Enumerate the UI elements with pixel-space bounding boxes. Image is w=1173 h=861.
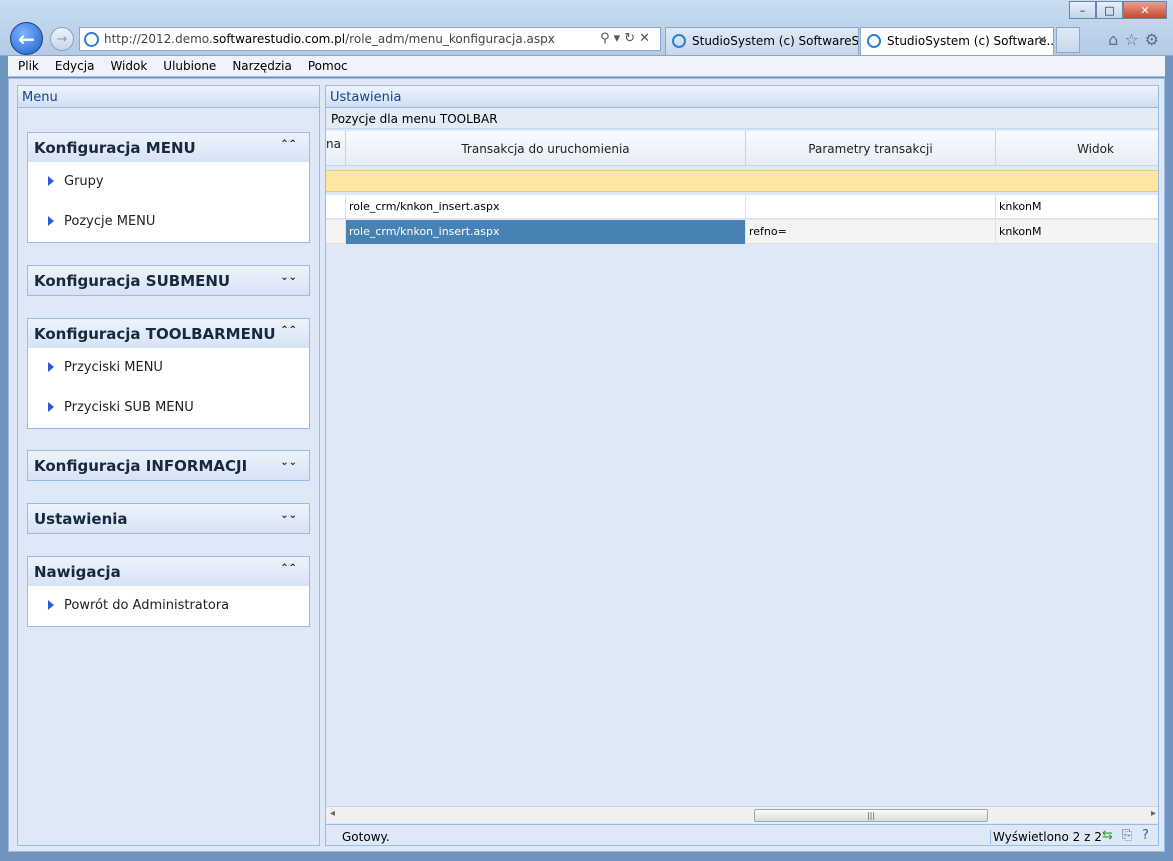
settings-panel: Ustawienia Pozycje dla menu TOOLBAR na T…	[325, 85, 1159, 846]
collapse-icon[interactable]: ⌃⌃	[280, 139, 297, 150]
arrow-right-icon	[48, 600, 54, 610]
menu-panel-title: Menu	[18, 86, 319, 108]
scrollbar-thumb[interactable]: |||	[754, 809, 988, 822]
forward-button[interactable]: →	[50, 27, 74, 51]
section-konfiguracja-toolbarmenu: Konfiguracja TOOLBARMENU ⌃⌃ Przyciski ME…	[27, 318, 310, 429]
menu-plik[interactable]: Plik	[18, 59, 39, 73]
arrow-right-icon	[48, 362, 54, 372]
section-header[interactable]: Konfiguracja SUBMENU ⌄⌄	[28, 266, 309, 295]
section-title: Konfiguracja MENU	[34, 139, 196, 157]
section-konfiguracja-informacji: Konfiguracja INFORMACJI ⌄⌄	[27, 450, 310, 481]
cell-transakcja[interactable]: role_crm/knkon_insert.aspx	[346, 195, 746, 219]
section-header[interactable]: Ustawienia ⌄⌄	[28, 504, 309, 533]
table-row[interactable]: role_crm/knkon_insert.aspx knkonM	[326, 195, 1158, 219]
tab-label: StudioSystem (c) Software...	[887, 34, 1054, 48]
column-header-parametry[interactable]: Parametry transakcji	[746, 131, 996, 166]
ie-tab-icon	[672, 34, 686, 48]
scroll-right-icon[interactable]: ▸	[1151, 808, 1156, 819]
new-tab-button[interactable]	[1056, 27, 1080, 53]
menu-item-przyciski-sub-menu[interactable]: Przyciski SUB MENU	[28, 388, 309, 428]
menu-item-pozycje-menu[interactable]: Pozycje MENU	[28, 202, 309, 242]
grid-header: na Transakcja do uruchomienia Parametry …	[326, 131, 1158, 166]
gear-icon[interactable]: ⚙	[1145, 30, 1165, 49]
refresh-icon[interactable]: ⇆	[1102, 828, 1113, 843]
menu-ulubione[interactable]: Ulubione	[163, 59, 216, 73]
horizontal-scrollbar[interactable]: ◂ ||| ▸	[326, 806, 1158, 823]
settings-panel-title: Ustawienia	[326, 86, 1158, 108]
status-text: Gotowy.	[342, 830, 390, 844]
arrow-right-icon	[48, 176, 54, 186]
url-text: http://2012.demo.softwarestudio.com.pl/r…	[104, 32, 555, 46]
favorites-star-icon[interactable]: ☆	[1124, 30, 1144, 49]
column-header-na[interactable]: na	[326, 131, 346, 166]
expand-icon[interactable]: ⌄⌄	[280, 510, 297, 521]
browser-tab-1[interactable]: StudioSystem (c) SoftwareStu...	[665, 27, 859, 55]
section-header[interactable]: Konfiguracja TOOLBARMENU ⌃⌃	[28, 319, 309, 348]
menu-item-przyciski-menu[interactable]: Przyciski MENU	[28, 348, 309, 388]
menu-pomoc[interactable]: Pomoc	[308, 59, 348, 73]
scroll-left-icon[interactable]: ◂	[330, 808, 335, 819]
status-bar: Gotowy. Wyświetlono 2 z 2 ⇆ ⎘ ?	[326, 824, 1158, 845]
menu-widok[interactable]: Widok	[110, 59, 147, 73]
export-icon[interactable]: ⎘	[1122, 828, 1132, 843]
expand-icon[interactable]: ⌄⌄	[280, 272, 297, 283]
menu-bar: Plik Edycja Widok Ulubione Narzędzia Pom…	[8, 56, 1165, 77]
address-bar[interactable]: http://2012.demo.softwarestudio.com.pl/r…	[79, 27, 661, 51]
expand-icon[interactable]: ⌄⌄	[280, 457, 297, 468]
grid-title: Pozycje dla menu TOOLBAR	[326, 108, 1158, 129]
section-title: Konfiguracja INFORMACJI	[34, 457, 248, 475]
cell-parametry[interactable]: refno=	[746, 220, 996, 244]
record-count: Wyświetlono 2 z 2	[990, 830, 1102, 844]
arrow-right-icon	[48, 402, 54, 412]
ie-page-icon	[84, 32, 99, 47]
section-nawigacja: Nawigacja ⌃⌃ Powrót do Administratora	[27, 556, 310, 627]
collapse-icon[interactable]: ⌃⌃	[280, 325, 297, 336]
maximize-button[interactable]: □	[1096, 1, 1123, 19]
address-tools-icons[interactable]: ⚲▾↻✕	[600, 31, 654, 46]
collapse-icon[interactable]: ⌃⌃	[280, 563, 297, 574]
cell-widok[interactable]: knkonM	[996, 220, 1158, 244]
section-header[interactable]: Konfiguracja MENU ⌃⌃	[28, 133, 309, 162]
section-konfiguracja-menu: Konfiguracja MENU ⌃⌃ Grupy Pozycje MENU	[27, 132, 310, 243]
menu-item-grupy[interactable]: Grupy	[28, 162, 309, 202]
menu-narzedzia[interactable]: Narzędzia	[232, 59, 292, 73]
minimize-button[interactable]: –	[1069, 1, 1096, 19]
close-tab-icon[interactable]: ✕	[1037, 33, 1047, 47]
browser-tab-2[interactable]: StudioSystem (c) Software... ✕	[860, 27, 1054, 55]
tab-label: StudioSystem (c) SoftwareStu...	[692, 34, 859, 48]
page-content: Menu Konfiguracja MENU ⌃⌃ Grupy Pozycje …	[8, 78, 1165, 852]
section-header[interactable]: Nawigacja ⌃⌃	[28, 557, 309, 586]
section-title: Ustawienia	[34, 510, 128, 528]
menu-edycja[interactable]: Edycja	[55, 59, 95, 73]
menu-item-powrot-do-administratora[interactable]: Powrót do Administratora	[28, 586, 309, 626]
window-controls: – □ ✕	[1069, 1, 1167, 19]
column-header-widok[interactable]: Widok	[996, 131, 1158, 166]
cell-parametry[interactable]	[746, 195, 996, 219]
home-icon[interactable]: ⌂	[1108, 30, 1124, 49]
cell-widok[interactable]: knkonM	[996, 195, 1158, 219]
close-window-button[interactable]: ✕	[1123, 1, 1167, 19]
ie-tab-icon	[867, 34, 881, 48]
help-icon[interactable]: ?	[1142, 828, 1149, 843]
menu-panel: Menu Konfiguracja MENU ⌃⌃ Grupy Pozycje …	[17, 85, 320, 846]
filter-row[interactable]	[326, 170, 1158, 192]
cell-transakcja-selected[interactable]: role_crm/knkon_insert.aspx	[346, 220, 746, 244]
arrow-right-icon	[48, 216, 54, 226]
section-title: Nawigacja	[34, 563, 121, 581]
back-button[interactable]: ←	[10, 22, 43, 55]
browser-toolbar-icons: ⌂☆⚙	[1108, 30, 1165, 49]
table-row[interactable]: role_crm/knkon_insert.aspx refno= knkonM	[326, 220, 1158, 244]
section-title: Konfiguracja TOOLBARMENU	[34, 325, 276, 343]
section-konfiguracja-submenu: Konfiguracja SUBMENU ⌄⌄	[27, 265, 310, 296]
section-title: Konfiguracja SUBMENU	[34, 272, 231, 290]
section-header[interactable]: Konfiguracja INFORMACJI ⌄⌄	[28, 451, 309, 480]
column-header-transakcja[interactable]: Transakcja do uruchomienia	[346, 131, 746, 166]
section-ustawienia: Ustawienia ⌄⌄	[27, 503, 310, 534]
title-bar: – □ ✕ ← → http://2012.demo.softwarestudi…	[0, 0, 1173, 56]
